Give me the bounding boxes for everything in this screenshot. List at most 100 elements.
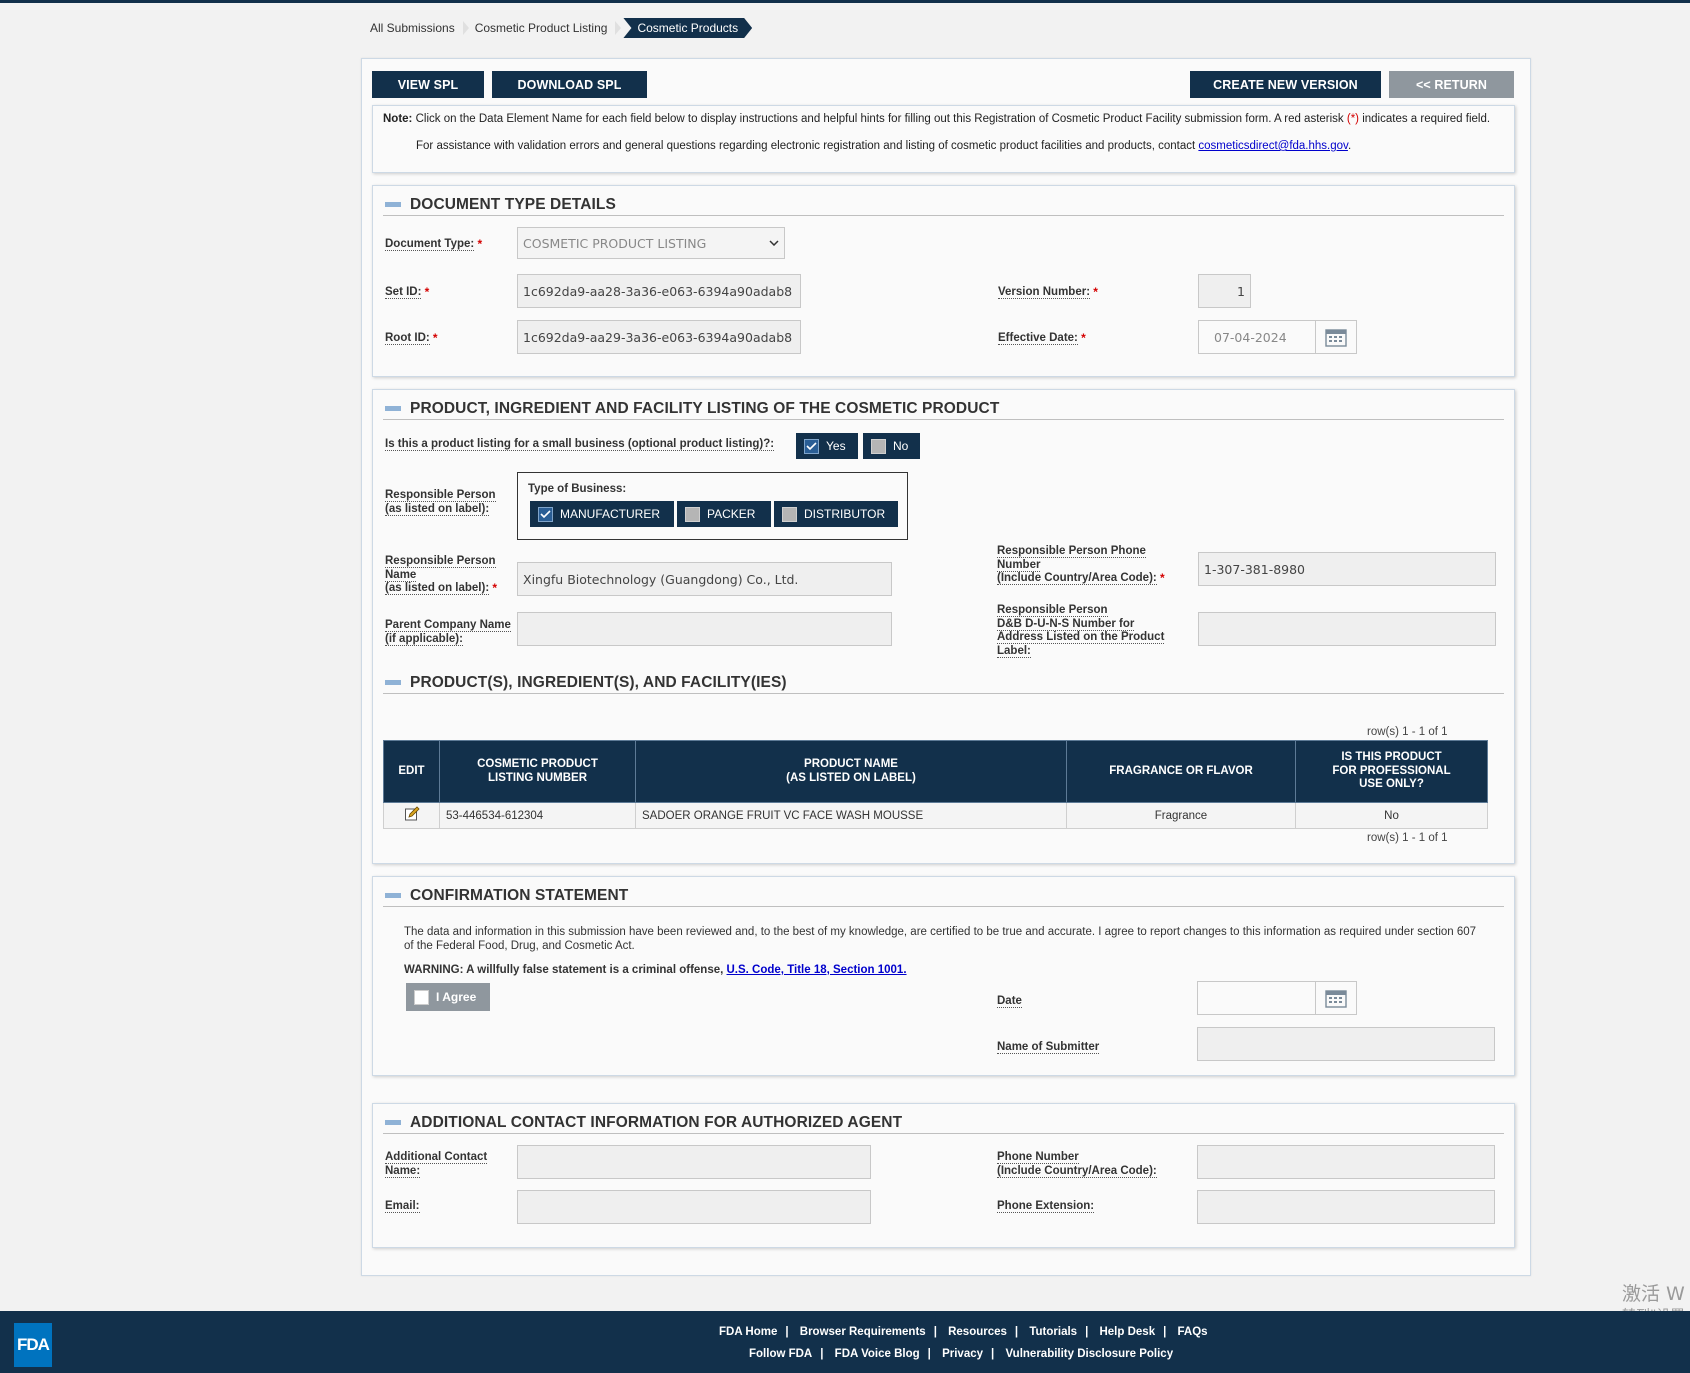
phone-extension-label[interactable]: Phone Extension: <box>997 1200 1095 1214</box>
products-table: EDIT COSMETIC PRODUCT LISTING NUMBER PROD… <box>383 740 1488 829</box>
version-number-field[interactable]: 1 <box>1198 274 1251 308</box>
responsible-person-name-field[interactable]: Xingfu Biotechnology (Guangdong) Co., Lt… <box>517 562 892 596</box>
checkbox-icon <box>782 506 797 522</box>
additional-contact-label[interactable]: Additional Contact Name: <box>385 1151 488 1178</box>
professional-cell: No <box>1295 802 1488 829</box>
responsible-person-name-label[interactable]: Responsible Person Name (as listed on labe… <box>385 555 497 596</box>
additional-contact-field[interactable] <box>517 1145 871 1179</box>
document-type-label[interactable]: Document Type: * <box>385 237 482 252</box>
section-header[interactable]: ADDITIONAL CONTACT INFORMATION FOR AUTHO… <box>383 1112 1504 1134</box>
col-listing-number[interactable]: COSMETIC PRODUCT LISTING NUMBER <box>439 740 636 803</box>
manufacturer-toggle[interactable]: MANUFACTURER <box>530 501 674 527</box>
section-header[interactable]: PRODUCT, INGREDIENT AND FACILITY LISTING… <box>383 398 1504 420</box>
footer-link-tutorials[interactable]: Tutorials <box>1029 1326 1077 1338</box>
col-professional[interactable]: IS THIS PRODUCT FOR PROFESSIONAL USE ONLY? <box>1295 740 1488 803</box>
rows-info-top: row(s) 1 - 1 of 1 <box>1367 726 1448 738</box>
edit-icon[interactable] <box>404 806 420 822</box>
return-button[interactable]: << RETURN <box>1389 71 1514 98</box>
note-text: Note: Click on the Data Element Name for… <box>383 113 1491 125</box>
collapse-icon[interactable] <box>385 202 401 207</box>
root-id-field[interactable]: 1c692da9-aa29-3a36-e063-6394a90adab8 <box>517 320 801 354</box>
breadcrumb-all-submissions[interactable]: All Submissions <box>362 18 469 38</box>
footer-link-fda-home[interactable]: FDA Home <box>719 1326 777 1338</box>
download-spl-button[interactable]: DOWNLOAD SPL <box>492 71 647 98</box>
effective-date-label[interactable]: Effective Date: * <box>998 331 1086 346</box>
section-header[interactable]: DOCUMENT TYPE DETAILS <box>383 194 1504 216</box>
duns-number-field[interactable] <box>1198 612 1496 646</box>
small-business-no-toggle[interactable]: No <box>863 433 920 459</box>
set-id-field[interactable]: 1c692da9-aa28-3a36-e063-6394a90adab8 <box>517 274 801 308</box>
collapse-icon[interactable] <box>385 680 401 685</box>
breadcrumb-cosmetic-product-listing[interactable]: Cosmetic Product Listing <box>467 18 622 38</box>
responsible-person-label[interactable]: Responsible Person (as listed on label): <box>385 489 496 516</box>
view-spl-button[interactable]: VIEW SPL <box>372 71 484 98</box>
footer-link-voice-blog[interactable]: FDA Voice Blog <box>835 1348 920 1360</box>
type-of-business-label: Type of Business: <box>528 483 627 495</box>
fda-logo[interactable]: FDA <box>14 1323 52 1367</box>
name-of-submitter-label[interactable]: Name of Submitter <box>997 1041 1100 1055</box>
parent-company-label[interactable]: Parent Company Name (if applicable): <box>385 619 511 646</box>
collapse-icon[interactable] <box>385 893 401 898</box>
phone-number-field[interactable]: 1-307-381-8980 <box>1198 552 1496 586</box>
us-code-link[interactable]: U.S. Code, Title 18, Section 1001. <box>727 964 907 976</box>
products-subsection-header[interactable]: PRODUCT(S), INGREDIENT(S), AND FACILITY(… <box>383 672 1504 694</box>
phone-extension-field[interactable] <box>1197 1190 1495 1224</box>
agent-phone-label[interactable]: Phone Number (Include Country/Area Code): <box>997 1151 1157 1178</box>
col-product-name[interactable]: PRODUCT NAME (AS LISTED ON LABEL) <box>635 740 1067 803</box>
footer-link-browser-requirements[interactable]: Browser Requirements <box>800 1326 926 1338</box>
name-of-submitter-field[interactable] <box>1197 1027 1495 1061</box>
table-row: 53-446534-612304 SADOER ORANGE FRUIT VC … <box>383 802 1488 829</box>
i-agree-checkbox[interactable]: I Agree <box>406 983 490 1011</box>
section-header[interactable]: CONFIRMATION STATEMENT <box>383 885 1504 907</box>
document-type-select[interactable]: COSMETIC PRODUCT LISTING <box>517 227 785 259</box>
effective-date-field[interactable]: 07-04-2024 <box>1198 320 1316 354</box>
footer-link-help-desk[interactable]: Help Desk <box>1099 1326 1155 1338</box>
calendar-icon[interactable] <box>1315 981 1357 1015</box>
breadcrumb-cosmetic-products[interactable]: Cosmetic Products <box>623 18 752 38</box>
confirmation-date-field[interactable] <box>1197 981 1316 1015</box>
document-type-section: DOCUMENT TYPE DETAILS Document Type: * C… <box>372 185 1515 377</box>
set-id-label[interactable]: Set ID: * <box>385 285 429 300</box>
agent-phone-field[interactable] <box>1197 1145 1495 1179</box>
contact-email-link[interactable]: cosmeticsdirect@fda.hhs.gov <box>1198 140 1348 152</box>
assist-text: For assistance with validation errors an… <box>416 140 1352 152</box>
authorized-agent-section: ADDITIONAL CONTACT INFORMATION FOR AUTHO… <box>372 1103 1515 1248</box>
small-business-label[interactable]: Is this a product listing for a small bu… <box>385 438 775 452</box>
collapse-icon[interactable] <box>385 1120 401 1125</box>
type-of-business-box: Type of Business: MANUFACTURER PACKER DI… <box>517 472 908 540</box>
footer-link-vulnerability-policy[interactable]: Vulnerability Disclosure Policy <box>1005 1348 1173 1360</box>
small-business-yes-toggle[interactable]: Yes <box>796 433 858 459</box>
col-fragrance[interactable]: FRAGRANCE OR FLAVOR <box>1066 740 1296 803</box>
footer-link-follow-fda[interactable]: Follow FDA <box>749 1348 812 1360</box>
footer-link-faqs[interactable]: FAQs <box>1178 1326 1208 1338</box>
checkmark-icon <box>804 438 819 454</box>
date-label[interactable]: Date <box>997 995 1022 1009</box>
duns-number-label[interactable]: Responsible Person D&B D-U-N-S Number for… <box>997 604 1165 658</box>
rows-info-bottom: row(s) 1 - 1 of 1 <box>1367 832 1448 844</box>
fragrance-cell: Fragrance <box>1066 802 1296 829</box>
email-label[interactable]: Email: <box>385 1200 420 1214</box>
confirmation-section: CONFIRMATION STATEMENT The data and info… <box>372 876 1515 1076</box>
parent-company-field[interactable] <box>517 612 892 646</box>
collapse-icon[interactable] <box>385 406 401 411</box>
edit-cell[interactable] <box>383 802 440 829</box>
footer-link-privacy[interactable]: Privacy <box>942 1348 983 1360</box>
top-accent-bar <box>0 0 1690 3</box>
checkmark-icon <box>538 506 553 522</box>
create-new-version-button[interactable]: CREATE NEW VERSION <box>1190 71 1381 98</box>
root-id-label[interactable]: Root ID: * <box>385 331 438 346</box>
breadcrumb: All Submissions Cosmetic Product Listing… <box>362 18 752 38</box>
calendar-icon[interactable] <box>1315 320 1357 354</box>
col-edit[interactable]: EDIT <box>383 740 440 803</box>
email-field[interactable] <box>517 1190 871 1224</box>
confirmation-statement-text: The data and information in this submiss… <box>404 926 1477 952</box>
packer-toggle[interactable]: PACKER <box>677 501 771 527</box>
table-header-row: EDIT COSMETIC PRODUCT LISTING NUMBER PROD… <box>383 740 1488 803</box>
warning-text: WARNING: A willfully false statement is … <box>404 964 907 976</box>
phone-number-label[interactable]: Responsible Person Phone Number (Include C… <box>997 545 1165 586</box>
footer-link-resources[interactable]: Resources <box>948 1326 1007 1338</box>
version-number-label[interactable]: Version Number: * <box>998 285 1098 300</box>
instructions-note: Note: Click on the Data Element Name for… <box>372 105 1515 173</box>
listing-section: PRODUCT, INGREDIENT AND FACILITY LISTING… <box>372 389 1515 864</box>
distributor-toggle[interactable]: DISTRIBUTOR <box>774 501 898 527</box>
